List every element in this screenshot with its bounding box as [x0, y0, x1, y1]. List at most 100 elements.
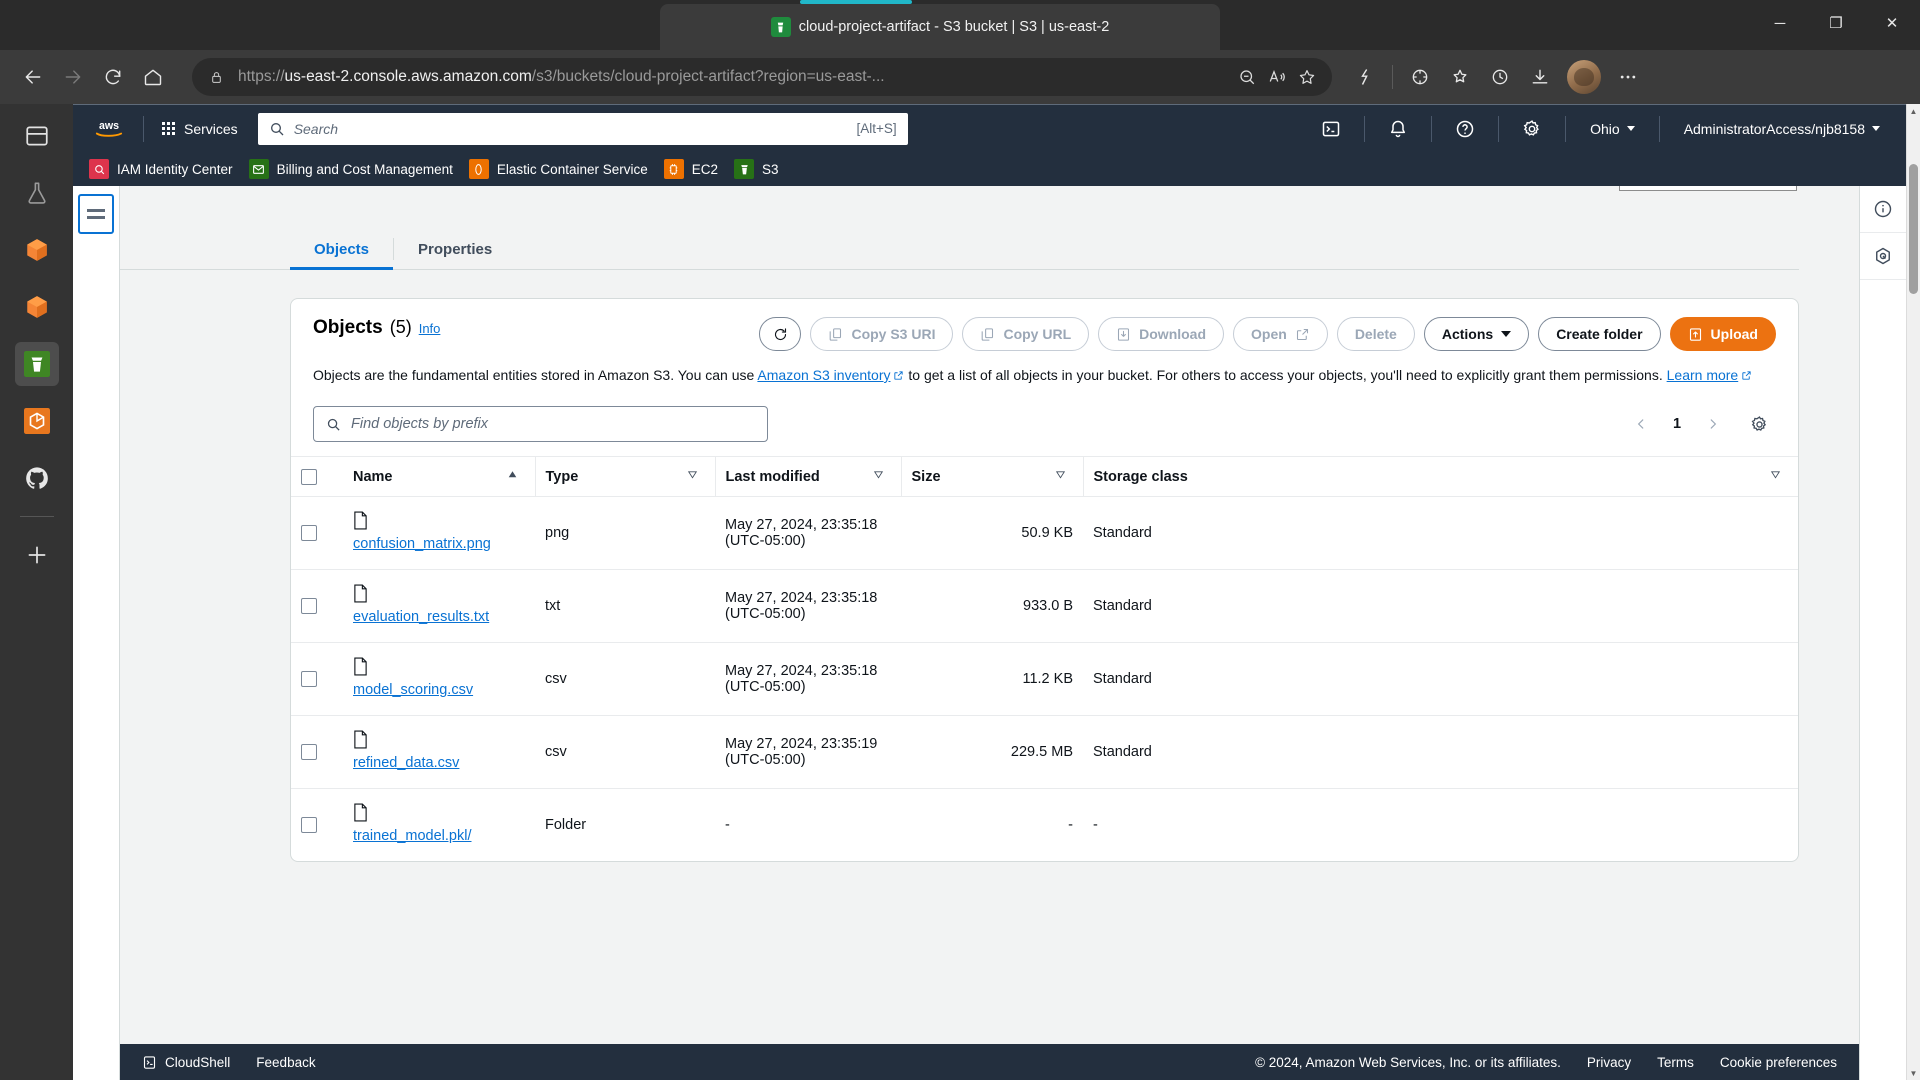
- maximize-button[interactable]: ❐: [1808, 0, 1864, 46]
- orange-cube-icon-2[interactable]: [15, 285, 59, 329]
- cloudshell-icon[interactable]: [1308, 109, 1354, 149]
- downloads-icon[interactable]: [1521, 58, 1559, 96]
- col-header-type[interactable]: Type: [534, 456, 715, 497]
- chevron-down-icon-2: [1872, 126, 1880, 131]
- next-page-button[interactable]: [1698, 409, 1728, 439]
- split-screen-icon[interactable]: [1346, 58, 1384, 96]
- cloudshell-icon-footer: [143, 1055, 156, 1069]
- github-icon[interactable]: [15, 456, 59, 500]
- history-icon[interactable]: [1481, 58, 1519, 96]
- feedback-link[interactable]: Feedback: [256, 1055, 315, 1070]
- row-name-cell: model_scoring.csv: [343, 642, 535, 717]
- scrollbar-thumb[interactable]: [1909, 164, 1918, 294]
- more-options-icon[interactable]: [1609, 58, 1647, 96]
- table-row[interactable]: evaluation_results.txt txt May 27, 2024,…: [291, 569, 1798, 644]
- actions-button[interactable]: Actions: [1423, 317, 1530, 351]
- favorite-ecs[interactable]: Elastic Container Service: [465, 159, 660, 179]
- tab-objects[interactable]: Objects: [290, 228, 394, 270]
- tab-properties[interactable]: Properties: [394, 228, 516, 269]
- account-menu[interactable]: AdministratorAccess/njb8158: [1670, 109, 1894, 149]
- home-icon[interactable]: [134, 58, 172, 96]
- amazon-s3-inventory-link[interactable]: Amazon S3 inventory: [757, 367, 890, 383]
- browser-tab[interactable]: cloud-project-artifact - S3 bucket | S3 …: [660, 4, 1220, 50]
- object-name-link[interactable]: evaluation_results.txt: [353, 607, 525, 628]
- favorite-ec2[interactable]: EC2: [660, 159, 730, 179]
- address-bar[interactable]: https://us-east-2.console.aws.amazon.com…: [192, 58, 1332, 96]
- services-menu-button[interactable]: Services: [154, 115, 246, 143]
- settings-gear-icon[interactable]: [1509, 109, 1555, 149]
- row-checkbox[interactable]: [301, 525, 317, 541]
- help-icon[interactable]: [1442, 109, 1488, 149]
- back-icon[interactable]: [14, 58, 52, 96]
- flask-icon[interactable]: [15, 171, 59, 215]
- upload-button[interactable]: Upload: [1669, 317, 1776, 351]
- row-checkbox[interactable]: [301, 744, 317, 761]
- row-checkbox[interactable]: [301, 671, 317, 688]
- favorite-iam-identity-center[interactable]: IAM Identity Center: [85, 159, 245, 179]
- row-checkbox[interactable]: [301, 598, 317, 615]
- terms-link[interactable]: Terms: [1657, 1055, 1694, 1070]
- orange-cube-icon-1[interactable]: [15, 228, 59, 272]
- minimize-button[interactable]: ─: [1752, 0, 1808, 46]
- learn-more-link[interactable]: Learn more: [1667, 367, 1739, 383]
- cloudshell-button[interactable]: CloudShell: [142, 1055, 230, 1070]
- open-button[interactable]: Open: [1233, 317, 1328, 351]
- table-row[interactable]: confusion_matrix.png png May 27, 2024, 2…: [291, 496, 1798, 571]
- add-icon[interactable]: [15, 533, 59, 577]
- select-all-checkbox[interactable]: [301, 468, 317, 485]
- table-row[interactable]: model_scoring.csv csv May 27, 2024, 23:3…: [291, 642, 1798, 717]
- table-row[interactable]: trained_model.pkl/ Folder - - -: [291, 789, 1798, 862]
- browser-scrollbar[interactable]: ▲ ▼: [1906, 104, 1920, 1080]
- select-all-header: [291, 456, 343, 497]
- profile-avatar[interactable]: [1567, 60, 1601, 94]
- read-aloud-icon[interactable]: [1262, 62, 1292, 92]
- close-button[interactable]: ✕: [1864, 0, 1920, 46]
- refresh-button[interactable]: [759, 317, 802, 351]
- copy-url-button[interactable]: Copy URL: [962, 317, 1090, 351]
- prev-page-button[interactable]: [1626, 409, 1656, 439]
- clipped-widget-above: [120, 186, 1859, 198]
- object-name-link[interactable]: refined_data.csv: [353, 753, 525, 774]
- reload-icon[interactable]: [94, 58, 132, 96]
- scroll-down-arrow-icon[interactable]: ▼: [1907, 1066, 1920, 1080]
- table-row[interactable]: refined_data.csv csv May 27, 2024, 23:35…: [291, 715, 1798, 790]
- info-panel-icon[interactable]: [1860, 186, 1906, 233]
- col-header-size[interactable]: Size: [900, 456, 1083, 497]
- object-name-link[interactable]: confusion_matrix.png: [353, 534, 525, 555]
- col-header-last-modified[interactable]: Last modified: [714, 456, 901, 497]
- find-objects-input[interactable]: Find objects by prefix: [313, 406, 768, 442]
- cookie-preferences-link[interactable]: Cookie preferences: [1720, 1055, 1837, 1070]
- copy-s3-uri-button[interactable]: Copy S3 URI: [810, 317, 954, 351]
- row-checkbox[interactable]: [301, 817, 317, 834]
- file-icon: [354, 730, 367, 749]
- zoom-out-icon[interactable]: [1232, 62, 1262, 92]
- object-name-link[interactable]: model_scoring.csv: [353, 680, 525, 701]
- extensions-icon[interactable]: [1401, 58, 1439, 96]
- help-panel-icon[interactable]: [1860, 233, 1906, 280]
- aws-search-input[interactable]: Search [Alt+S]: [257, 112, 908, 145]
- orange-box-icon[interactable]: [15, 399, 59, 443]
- page-number[interactable]: 1: [1662, 409, 1692, 439]
- privacy-link[interactable]: Privacy: [1587, 1055, 1631, 1070]
- favorite-billing[interactable]: Billing and Cost Management: [245, 159, 465, 179]
- aws-logo-icon[interactable]: aws: [85, 116, 133, 142]
- sidebar-toggle-icon[interactable]: [15, 114, 59, 158]
- download-button[interactable]: Download: [1098, 317, 1225, 351]
- object-name-link[interactable]: trained_model.pkl/: [353, 826, 525, 847]
- create-folder-button[interactable]: Create folder: [1538, 317, 1661, 351]
- collections-icon[interactable]: [1441, 58, 1479, 96]
- table-preferences-gear-icon[interactable]: [1742, 407, 1776, 441]
- s3-bucket-icon[interactable]: [14, 342, 59, 386]
- scroll-up-arrow-icon[interactable]: ▲: [1907, 104, 1920, 118]
- forward-icon[interactable]: [54, 58, 92, 96]
- row-size-cell: 11.2 KB: [901, 642, 1083, 717]
- notifications-bell-icon[interactable]: [1375, 109, 1421, 149]
- col-header-name[interactable]: Name: [343, 456, 535, 497]
- favorite-s3[interactable]: S3: [730, 159, 791, 179]
- delete-button[interactable]: Delete: [1336, 317, 1415, 351]
- col-header-storage-class[interactable]: Storage class: [1082, 456, 1798, 497]
- info-link[interactable]: Info: [419, 321, 441, 336]
- region-selector[interactable]: Ohio: [1576, 109, 1649, 149]
- hamburger-menu-icon[interactable]: [78, 194, 114, 234]
- favorite-star-icon[interactable]: [1292, 62, 1322, 92]
